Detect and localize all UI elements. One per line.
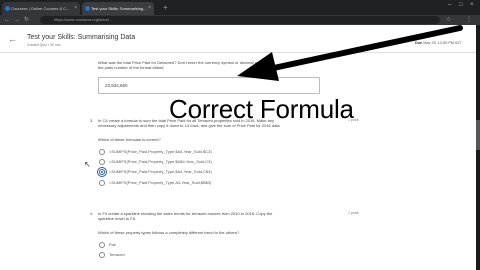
arrow-head	[237, 52, 279, 81]
overlay-caption: Correct Formula	[169, 94, 354, 124]
mouse-cursor-icon: ↖	[84, 160, 91, 169]
arrow-shaft	[252, 25, 463, 75]
annotation-arrow-icon	[237, 25, 463, 81]
screen: Coursera | Online Courses & C... × Test …	[0, 0, 480, 270]
